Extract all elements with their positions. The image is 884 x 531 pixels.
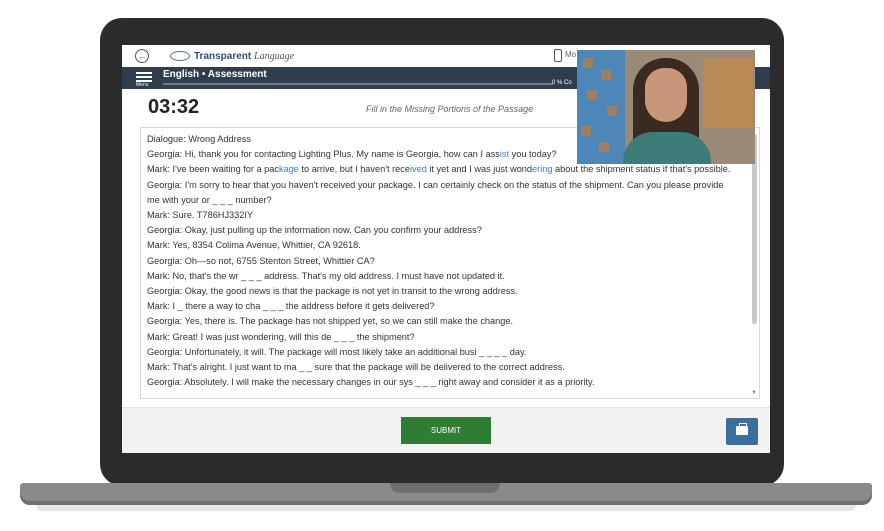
filled-blank[interactable]: ist [500,149,509,159]
presenter-face [645,68,687,122]
passage-segment: Mark: That's alright. I just want to ma … [147,362,565,373]
passage-segment: to arrive, but I haven't rece [298,164,410,175]
passage-line: Mark: No, that's the wr _ _ _ address. T… [147,269,737,284]
presenter-body [623,132,711,164]
passage-segment: about the shipment status if that's poss… [552,164,731,175]
passage-segment: Georgia: Okay, just pulling up the infor… [147,225,482,236]
passage-segment: Georgia: Absolutely. I will make the nec… [147,377,595,388]
passage-line: Georgia: Okay, just pulling up the infor… [147,223,737,238]
passage-line: Mark: I've been waiting for a package to… [147,162,737,177]
passage-text: Dialogue: Wrong Address Georgia: Hi, tha… [141,128,745,390]
briefcase-icon [736,426,748,435]
webcam-background-art [703,58,753,128]
passage-line: Mark: That's alright. I just want to ma … [147,360,737,375]
passage-segment: Georgia: I'm sorry to hear that you have… [147,179,724,205]
laptop-shadow [36,505,856,511]
passage-segment: Mark: Great! I was just wondering, will … [147,331,415,342]
menu-label: Menu [136,82,149,88]
passage-segment: it yet and I was just wond [426,164,533,175]
passage-line: Georgia: Oh—so not, 6755 Stenton Street,… [147,254,737,269]
passage-segment: Mark: I've been waiting for a pac [147,164,279,175]
passage-line: Mark: Sure. T786HJ332IY [147,208,737,223]
footer-bar: SUBMIT [122,407,770,453]
passage-lines: Georgia: Hi, thank you for contacting Li… [147,147,737,390]
passage-segment: Mark: Yes, 8354 Colima Avenue, Whittier,… [147,240,361,251]
passage-line: Georgia: Okay, the good news is that the… [147,284,737,299]
webcam-overlay [577,50,755,164]
passage-segment: Mark: No, that's the wr _ _ _ address. T… [147,270,505,281]
passage-segment: Georgia: Unfortunately, it will. The pac… [147,346,527,357]
back-arrow-icon[interactable]: ← [135,49,149,63]
module-title: English • Assessment [163,69,267,80]
passage-line: Georgia: I'm sorry to hear that you have… [147,178,737,208]
passage-segment: Georgia: Hi, thank you for contacting Li… [147,149,500,160]
passage-panel[interactable]: Dialogue: Wrong Address Georgia: Hi, tha… [140,127,760,399]
passage-line: Mark: Great! I was just wondering, will … [147,330,737,345]
passage-segment: Mark: I _ there a way to cha _ _ _ the a… [147,301,435,312]
passage-segment: Georgia: Oh—so not, 6755 Stenton Street,… [147,255,375,266]
passage-line: Mark: Yes, 8354 Colima Avenue, Whittier,… [147,238,737,253]
logo-mark-icon [170,51,190,61]
toolkit-button[interactable] [726,418,758,445]
countdown-timer: 03:32 [148,96,200,118]
filled-blank[interactable]: ived [410,164,427,174]
progress-label: 0 % Co [552,80,572,86]
passage-line: Georgia: Absolutely. I will make the nec… [147,375,737,390]
submit-button[interactable]: SUBMIT [401,417,491,444]
brand-logo: Transparent Language [170,49,294,63]
filled-blank[interactable]: ering [532,164,552,174]
brand-main-text: Transparent [194,50,252,62]
passage-line: Georgia: Unfortunately, it will. The pac… [147,345,737,360]
passage-line: Georgia: Yes, there is. The package has … [147,314,737,329]
brand-script-text: Language [254,50,295,62]
activity-instruction: Fill in the Missing Portions of the Pass… [366,104,534,114]
passage-line: Mark: I _ there a way to cha _ _ _ the a… [147,299,737,314]
passage-segment: Georgia: Yes, there is. The package has … [147,316,514,327]
scroll-down-icon[interactable]: ▼ [751,390,757,396]
passage-segment: you today? [509,149,557,160]
filled-blank[interactable]: kage [279,164,299,174]
laptop-notch [390,483,500,493]
progress-bar [163,83,553,85]
webcam-background-window [577,50,625,164]
passage-segment: Georgia: Okay, the good news is that the… [147,286,518,297]
brand-name: Transparent Language [194,51,294,62]
mobile-device-icon[interactable] [554,49,562,62]
passage-segment: Mark: Sure. T786HJ332IY [147,210,254,221]
device-label: Mo [565,50,577,59]
